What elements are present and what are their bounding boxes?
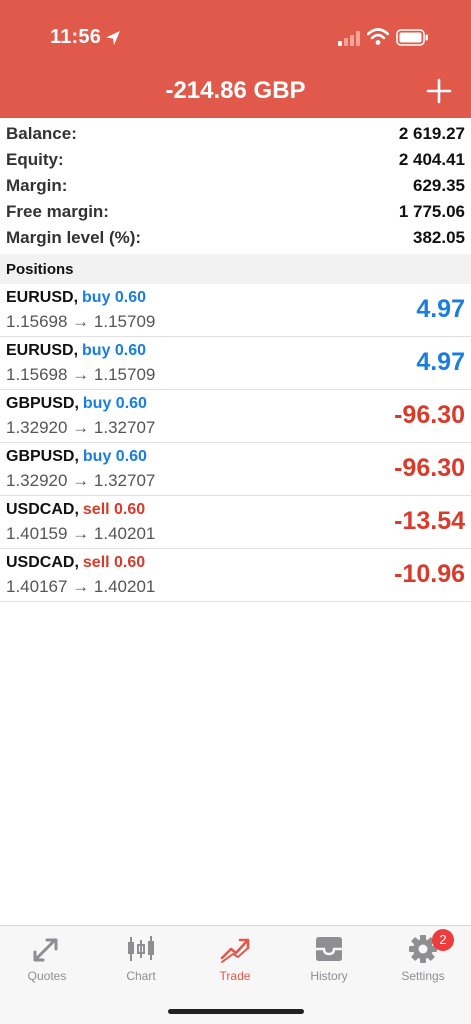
cellular-signal-icon [338, 31, 360, 46]
margin-value: 629.35 [413, 176, 465, 195]
tab-trade-label: Trade [219, 969, 251, 983]
position-side: sell 0.60 [82, 501, 146, 518]
tab-history[interactable]: History [282, 926, 376, 996]
summary-row-margin: Margin: 629.35 [0, 172, 471, 198]
position-symbol: EURUSD, [6, 342, 79, 359]
quotes-arrows-icon [33, 938, 58, 962]
candlestick-chart-icon [128, 936, 154, 961]
position-prices: 1.32920 → 1.32707 [6, 418, 156, 437]
position-profit: -13.54 [394, 507, 465, 535]
tab-chart-label: Chart [126, 969, 156, 983]
summary-row-equity: Equity: 2 404.41 [0, 146, 471, 172]
plus-icon[interactable] [424, 76, 454, 106]
position-symbol: USDCAD, [6, 554, 79, 571]
positions-header-label: Positions [6, 261, 74, 278]
position-symbol: USDCAD, [6, 501, 79, 518]
position-profit: -96.30 [394, 401, 465, 429]
position-side: buy 0.60 [82, 342, 147, 359]
settings-notification-badge: 2 [432, 929, 454, 951]
position-row[interactable]: GBPUSD, buy 0.60 1.32920 → 1.32707 -96.30 [0, 390, 471, 443]
summary-row-free-margin: Free margin: 1 775.06 [0, 198, 471, 224]
position-row[interactable]: GBPUSD, buy 0.60 1.32920 → 1.32707 -96.30 [0, 443, 471, 496]
trade-trend-icon [220, 938, 250, 963]
status-time: 11:56 [50, 26, 102, 48]
position-title: EURUSD, buy 0.60 [6, 289, 146, 307]
summary-row-margin-level: Margin level (%): 382.05 [0, 224, 471, 250]
tab-trade[interactable]: Trade [188, 926, 282, 996]
tab-settings[interactable]: Settings [376, 926, 470, 996]
position-row[interactable]: USDCAD, sell 0.60 1.40159 → 1.40201 -13.5… [0, 496, 471, 549]
position-prices: 1.15698 → 1.15709 [6, 365, 156, 384]
location-arrow-icon [106, 31, 120, 45]
position-prices: 1.15698 → 1.15709 [6, 312, 156, 331]
balance-value: 2 619.27 [398, 124, 465, 143]
position-profit: 4.97 [416, 295, 465, 323]
margin-level-value: 382.05 [413, 228, 465, 247]
summary-row-balance: Balance: 2 619.27 [0, 120, 471, 146]
app-header: 11:56 -214.86 GBP [0, 0, 471, 118]
balance-label: Balance: [6, 124, 77, 143]
tab-chart[interactable]: Chart [94, 926, 188, 996]
tab-history-label: History [310, 969, 348, 983]
home-indicator [168, 1009, 304, 1014]
tab-quotes-label: Quotes [27, 969, 67, 983]
position-symbol: GBPUSD, [6, 448, 79, 465]
position-symbol: EURUSD, [6, 289, 79, 306]
position-profit: -10.96 [394, 560, 465, 588]
margin-level-label: Margin level (%): [6, 228, 142, 247]
margin-label: Margin: [6, 176, 68, 195]
position-symbol: GBPUSD, [6, 395, 79, 412]
equity-value: 2 404.41 [398, 150, 465, 169]
tab-settings-label: Settings [401, 969, 445, 983]
position-title: USDCAD, sell 0.60 [6, 554, 145, 572]
account-profit-title: -214.86 GBP [165, 77, 306, 104]
inbox-tray-icon [316, 937, 342, 961]
position-row[interactable]: EURUSD, buy 0.60 1.15698 → 1.15709 4.97 [0, 337, 471, 390]
position-side: buy 0.60 [82, 289, 147, 306]
position-side: buy 0.60 [82, 395, 147, 412]
free-margin-value: 1 775.06 [398, 202, 465, 221]
position-prices: 1.40159 → 1.40201 [6, 524, 156, 543]
position-title: USDCAD, sell 0.60 [6, 501, 145, 519]
position-prices: 1.40167 → 1.40201 [6, 577, 156, 596]
position-profit: -96.30 [394, 454, 465, 482]
equity-label: Equity: [6, 150, 64, 169]
position-side: sell 0.60 [82, 554, 146, 571]
wifi-icon [367, 28, 389, 45]
tab-quotes[interactable]: Quotes [0, 926, 94, 996]
position-title: GBPUSD, buy 0.60 [6, 395, 147, 413]
free-margin-label: Free margin: [6, 202, 109, 221]
position-title: GBPUSD, buy 0.60 [6, 448, 147, 466]
position-side: buy 0.60 [82, 448, 147, 465]
position-profit: 4.97 [416, 348, 465, 376]
position-prices: 1.32920 → 1.32707 [6, 471, 156, 490]
position-title: EURUSD, buy 0.60 [6, 342, 146, 360]
positions-section-header: Positions [0, 254, 471, 284]
position-row[interactable]: EURUSD, buy 0.60 1.15698 → 1.15709 4.97 [0, 284, 471, 337]
position-row[interactable]: USDCAD, sell 0.60 1.40167 → 1.40201 -10.9… [0, 549, 471, 602]
battery-icon [396, 29, 428, 46]
